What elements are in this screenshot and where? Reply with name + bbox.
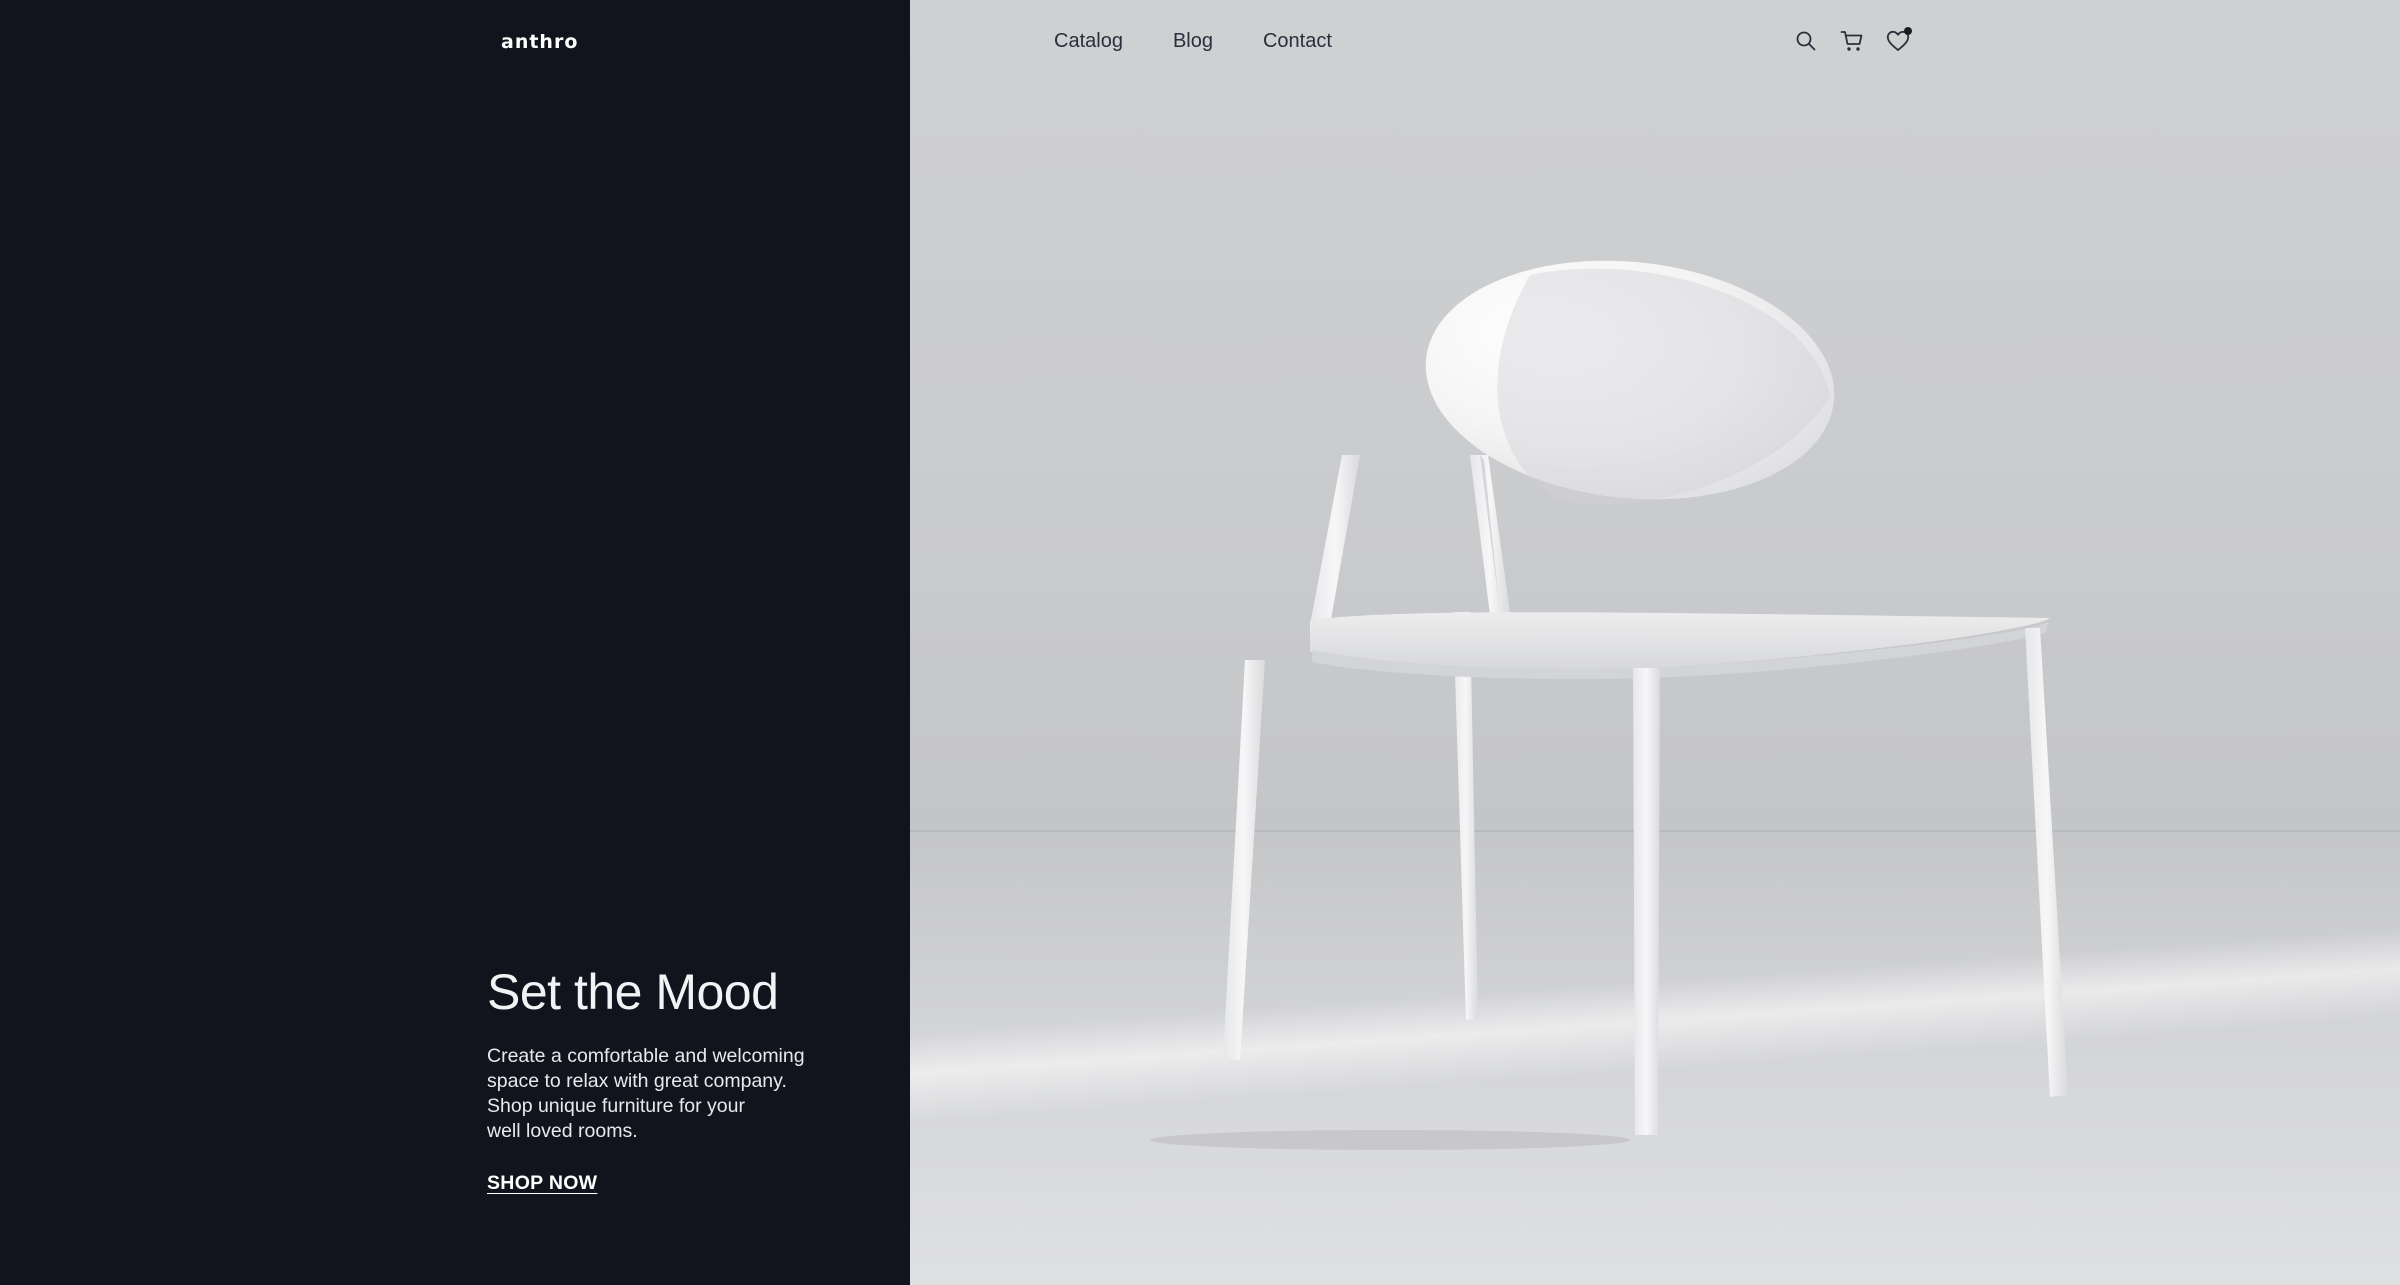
hero-description: Create a comfortable and welcoming space… [487,1044,805,1142]
nav-catalog-link[interactable]: Catalog [1054,30,1123,53]
chair-illustration [1150,260,2068,1150]
brand-logo[interactable]: anthro [501,31,578,53]
shop-now-link[interactable]: SHOP NOW [487,1172,597,1195]
cart-icon [1840,31,1863,51]
cart-button[interactable] [1840,28,1864,54]
header-icons [1794,27,1912,54]
hero-image [910,0,2400,1285]
wishlist-button[interactable] [1886,27,1912,54]
hero-title: Set the Mood [487,964,779,1020]
search-icon [1796,31,1816,51]
nav-contact-link[interactable]: Contact [1263,30,1332,53]
landing-page: anthro Catalog Blog Contact Set the Mood… [0,0,2400,1285]
hero-section: Set the Mood Create a comfortable and we… [487,964,887,1195]
nav-blog-link[interactable]: Blog [1173,30,1213,53]
search-button[interactable] [1794,28,1818,54]
wishlist-badge-dot [1904,27,1912,35]
main-nav: Catalog Blog Contact [1054,30,1332,53]
